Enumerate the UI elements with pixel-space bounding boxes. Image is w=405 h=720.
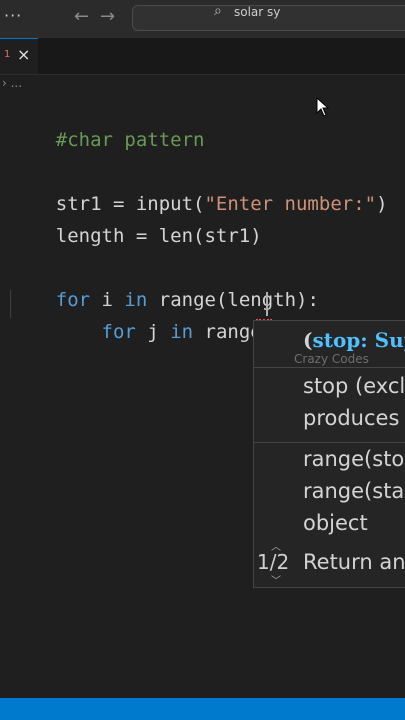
indent-guide bbox=[10, 290, 11, 318]
code-line-3: str1 = input("Enter number:") bbox=[10, 162, 388, 215]
keyword-for: for bbox=[101, 321, 136, 343]
chevron-down-icon[interactable]: ﹀ bbox=[271, 572, 281, 587]
watermark: Crazy Codes bbox=[294, 352, 369, 366]
signature-label: (stop: Sup bbox=[303, 328, 405, 352]
search-icon: ⌕ bbox=[214, 3, 222, 19]
keyword-in: in bbox=[170, 321, 194, 343]
editor-tab[interactable]: 1 × bbox=[0, 38, 38, 74]
back-arrow-icon[interactable]: ← bbox=[74, 6, 89, 27]
close-paren: ) bbox=[376, 193, 388, 215]
tab-bar: 1 × bbox=[0, 38, 405, 75]
loop-var: j bbox=[135, 321, 171, 343]
mouse-pointer-icon bbox=[316, 97, 330, 117]
length-assign: length = len(str1) bbox=[55, 225, 262, 247]
hint-divider bbox=[253, 367, 405, 368]
doc-line-1: range(stop bbox=[303, 447, 405, 471]
code-line-1: #char pattern bbox=[10, 98, 205, 151]
forward-arrow-icon[interactable]: → bbox=[100, 6, 115, 27]
search-text: solar sy bbox=[234, 5, 281, 19]
active-parameter: stop: Sup bbox=[312, 328, 405, 352]
title-bar: ··· ← → ⌕ solar sy bbox=[0, 0, 405, 39]
comment-text: #char pattern bbox=[55, 129, 205, 151]
hint-divider bbox=[253, 442, 405, 443]
code-line-4: length = len(str1) bbox=[10, 194, 262, 247]
doc-line-3: object bbox=[303, 511, 368, 535]
param-doc-line-2: produces bbox=[303, 406, 400, 430]
close-icon[interactable]: × bbox=[17, 45, 30, 64]
range-call: range bbox=[193, 321, 262, 343]
doc-line-2: range(star bbox=[303, 479, 405, 503]
param-doc-line-1: stop (exclu bbox=[303, 374, 405, 398]
breadcrumb[interactable]: › ... bbox=[2, 76, 22, 90]
code-line-7: for j in range() bbox=[10, 290, 286, 344]
text-cursor bbox=[266, 292, 268, 316]
tab-number: 1 bbox=[4, 49, 11, 60]
more-icon[interactable]: ··· bbox=[4, 6, 22, 25]
overload-counter: 1/2 bbox=[257, 550, 290, 574]
status-bar bbox=[0, 698, 405, 720]
code-line-6: for i in range(length): bbox=[10, 258, 319, 311]
doc-line-4: Return an bbox=[303, 550, 405, 574]
